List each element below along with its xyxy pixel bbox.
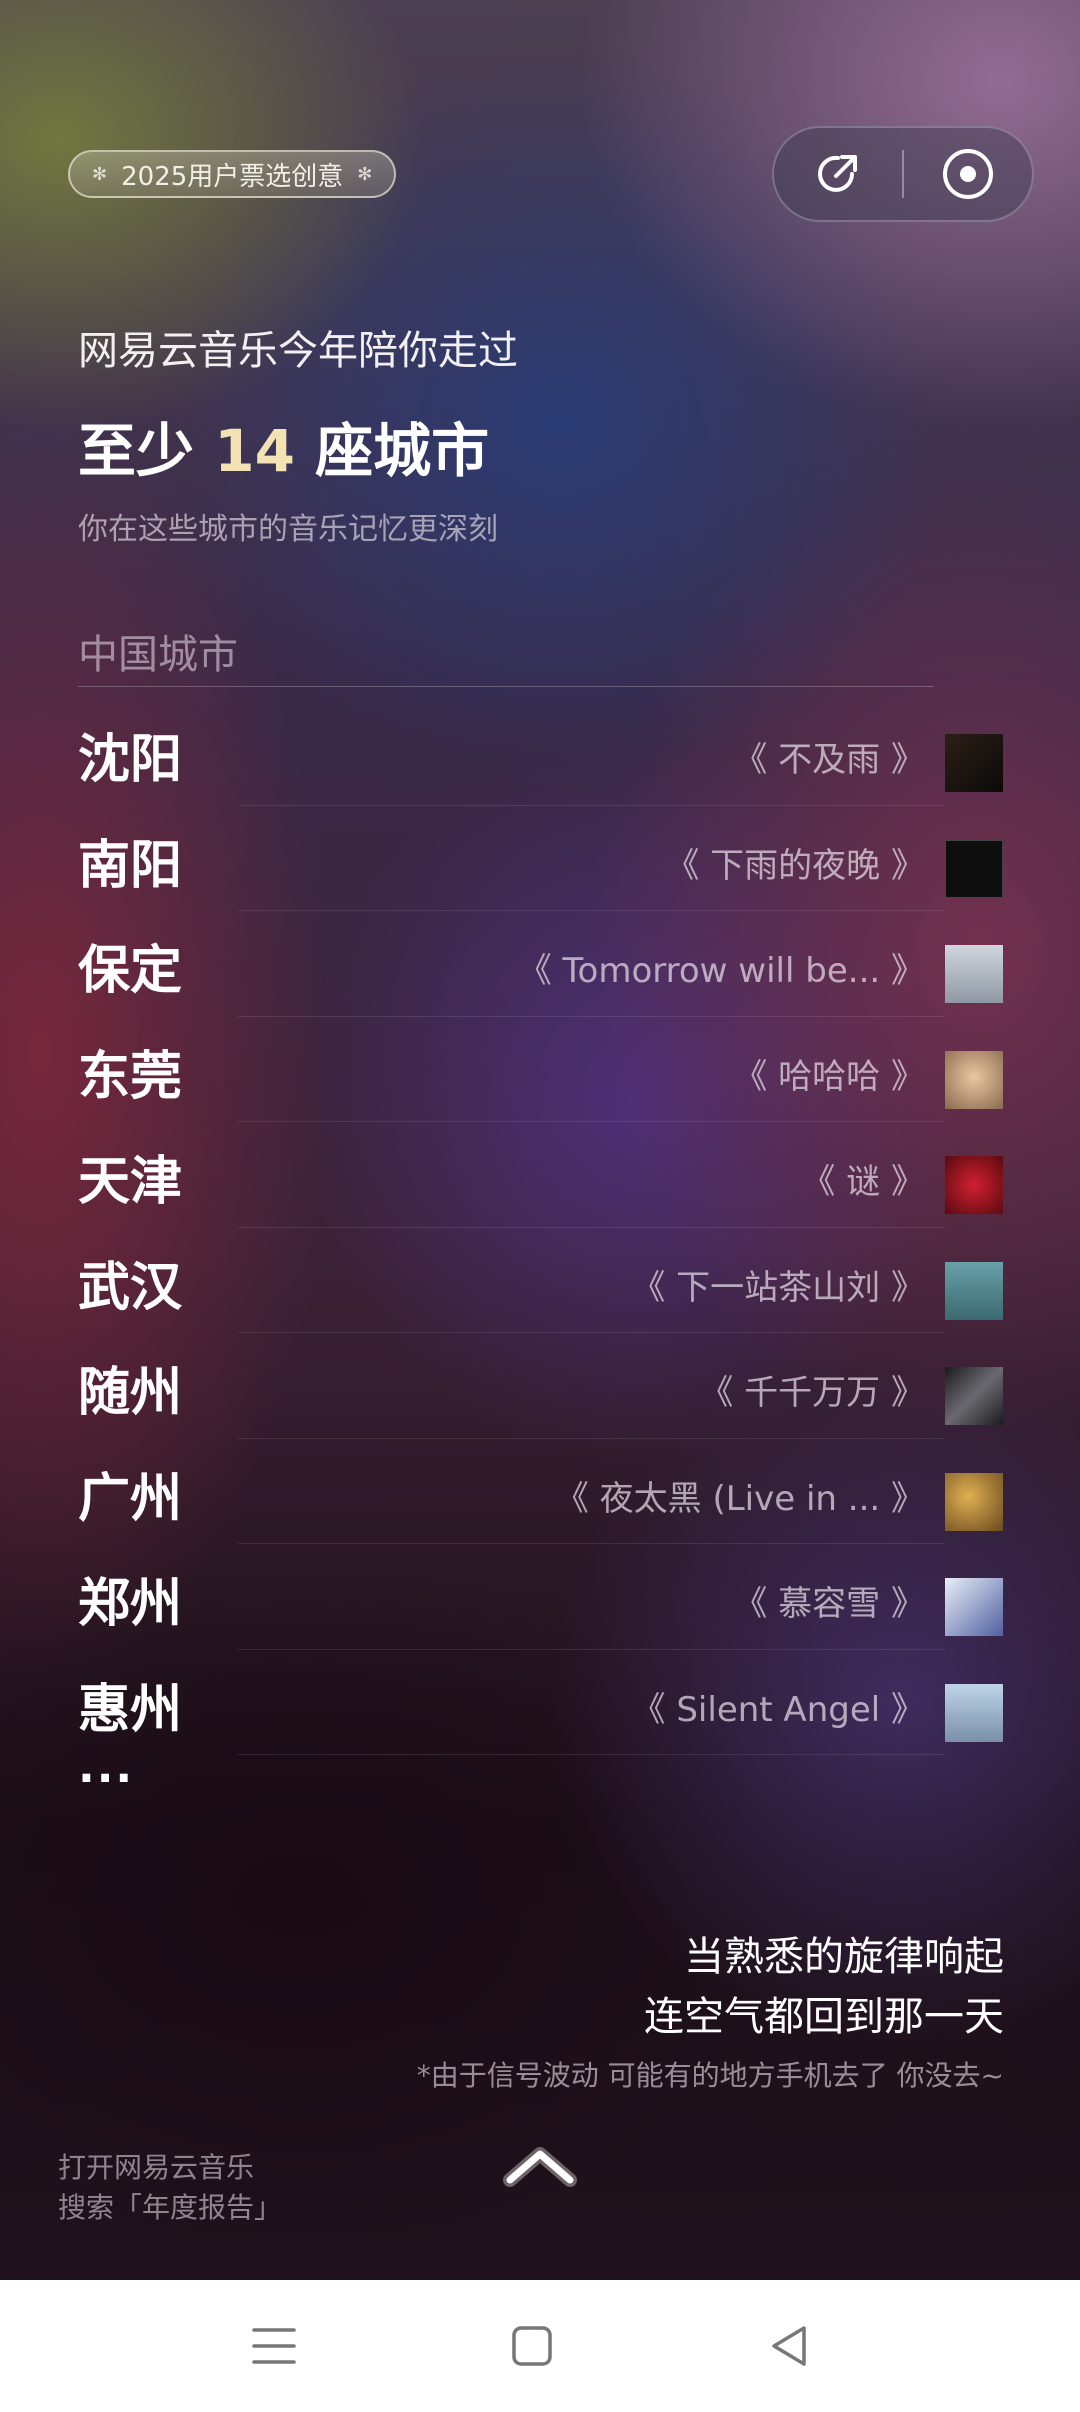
city-row[interactable]: 东莞 《 哈哈哈 》: [78, 1017, 1003, 1122]
quote-line: 当熟悉的旋律响起: [684, 1934, 1004, 1980]
record-button[interactable]: [904, 128, 1032, 220]
share-icon: [818, 155, 857, 192]
more-cities-ellipsis: ...: [78, 1742, 135, 1793]
city-name: 广州: [78, 1468, 183, 1529]
song-title: 《 不及雨 》: [733, 740, 925, 780]
city-row[interactable]: 沈阳 《 不及雨 》: [78, 700, 1003, 806]
section-divider: [78, 686, 934, 687]
album-cover: [945, 1472, 1003, 1531]
album-cover: [945, 945, 1003, 1003]
quote-line: 连空气都回到那一天: [644, 1994, 1004, 2040]
city-row[interactable]: 武汉 《 下一站茶山刘 》: [78, 1228, 1003, 1333]
system-nav-bar: [0, 2280, 1080, 2412]
city-name: 武汉: [78, 1257, 183, 1318]
city-row[interactable]: 广州 《 夜太黑 (Live in ... 》: [78, 1439, 1003, 1544]
song-title: 《 下一站茶山刘 》: [631, 1267, 925, 1308]
album-cover: [945, 839, 1003, 898]
intro-line: 网易云音乐今年陪你走过: [78, 328, 518, 374]
city-name: 保定: [78, 941, 183, 1001]
hint-line: 搜索「年度报告」: [58, 2191, 283, 2224]
heading-prefix: 至少: [78, 417, 195, 485]
city-list: 沈阳 《 不及雨 》 南阳 《 下雨的夜晚 》 保定 《 Tomorrow wi…: [78, 700, 1003, 1755]
album-cover: [945, 1050, 1003, 1109]
song-title: 《 谜 》: [801, 1162, 925, 1202]
song-title: 《 慕容雪 》: [733, 1584, 925, 1624]
city-row[interactable]: 随州 《 千千万万 》: [78, 1333, 1003, 1439]
album-cover: [945, 734, 1003, 792]
song-title: 《 哈哈哈 》: [733, 1056, 925, 1097]
search-hint: 打开网易云音乐 搜索「年度报告」: [58, 2148, 282, 2228]
menu-icon[interactable]: [246, 2318, 302, 2374]
badge-label: 2025用户票选创意: [121, 161, 344, 192]
city-name: 天津: [78, 1152, 183, 1212]
action-pill: [772, 126, 1034, 222]
city-row[interactable]: 天津 《 谜 》: [78, 1122, 1003, 1228]
city-name: 郑州: [78, 1574, 183, 1634]
home-square-icon[interactable]: [504, 2318, 560, 2374]
intro-subtitle: 你在这些城市的音乐记忆更深刻: [78, 512, 498, 547]
year-report-screen: ✻ 2025用户票选创意 ✻ 网易云音乐今年陪你走过 至少 14 座城市 你在这…: [0, 0, 1080, 2412]
sparkle-icon: ✻: [357, 163, 373, 185]
heading-suffix: 座城市: [315, 417, 490, 485]
footnote: *由于信号波动 可能有的地方手机去了 你没去~: [416, 2059, 1004, 2092]
share-button[interactable]: [774, 128, 902, 220]
city-count: 14: [214, 417, 295, 485]
swipe-up-icon[interactable]: [500, 2138, 580, 2198]
section-label: 中国城市: [78, 632, 238, 678]
city-name: 东莞: [78, 1046, 183, 1107]
city-row[interactable]: 保定 《 Tomorrow will be... 》: [78, 911, 1003, 1017]
song-title: 《 夜太黑 (Live in ... 》: [554, 1478, 925, 1519]
city-row[interactable]: 郑州 《 慕容雪 》: [78, 1544, 1003, 1650]
album-cover: [945, 1367, 1003, 1425]
album-cover: [945, 1578, 1003, 1636]
song-title: 《 Tomorrow will be... 》: [517, 951, 925, 991]
city-row[interactable]: 惠州 《 Silent Angel 》: [78, 1650, 1003, 1755]
city-name: 随州: [78, 1363, 183, 1423]
city-name: 南阳: [78, 835, 183, 896]
city-name: 惠州: [78, 1679, 183, 1740]
city-count-heading: 至少 14 座城市: [78, 404, 489, 488]
record-icon: [942, 149, 993, 199]
hint-line: 打开网易云音乐: [58, 2151, 255, 2184]
album-cover: [945, 1156, 1003, 1214]
row-divider: [238, 1754, 945, 1755]
album-cover: [945, 1683, 1003, 1742]
back-triangle-icon[interactable]: [762, 2318, 818, 2374]
song-title: 《 千千万万 》: [699, 1373, 925, 1413]
user-choice-badge: ✻ 2025用户票选创意 ✻: [68, 150, 397, 198]
song-title: 《 Silent Angel 》: [631, 1689, 925, 1730]
sparkle-icon: ✻: [92, 163, 108, 185]
city-row[interactable]: 南阳 《 下雨的夜晚 》: [78, 806, 1003, 911]
city-name: 沈阳: [78, 730, 183, 790]
album-cover: [945, 1261, 1003, 1320]
song-title: 《 下雨的夜晚 》: [665, 845, 925, 886]
